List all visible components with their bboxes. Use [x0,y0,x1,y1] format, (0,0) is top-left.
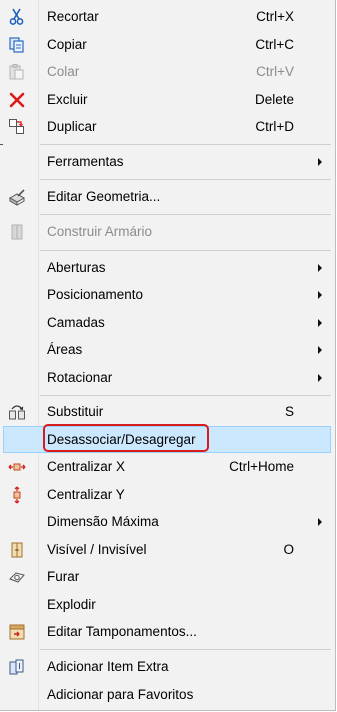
scissors-icon [8,8,26,26]
menu-item-layers[interactable]: Camadas [0,309,335,336]
menu-item-shortcut: S [284,404,294,419]
menu-item-drill[interactable]: Furar [0,563,335,590]
menu-item-shortcut: O [283,542,294,557]
center-y-icon [8,486,26,504]
delete-x-icon [8,91,26,109]
menu-item-label: Editar Geometria... [47,189,161,204]
menu-item-max-dimension[interactable]: Dimensão Máxima [0,508,335,535]
menu-item-paste[interactable]: Colar Ctrl+V [0,58,335,85]
menu-item-label: Construir Armário [47,224,153,239]
drill-icon [8,568,26,586]
submenu-arrow-icon [318,319,322,327]
paste-icon [8,63,26,81]
edit-covers-icon [8,623,26,641]
menu-item-build-cabinet[interactable]: Construir Armário [0,218,335,245]
menu-item-center-y[interactable]: Centralizar Y [0,481,335,508]
submenu-arrow-icon [318,158,322,166]
menu-item-label: Furar [47,569,80,584]
menu-item-add-extra[interactable]: Adicionar Item Extra [0,653,335,680]
menu-item-label: Áreas [47,342,83,357]
menu-item-delete[interactable]: Excluir Delete [0,86,335,113]
menu-item-shortcut: Ctrl+C [255,37,294,52]
menu-item-label: Explodir [47,597,96,612]
menu-item-copy[interactable]: Copiar Ctrl+C [0,31,335,58]
menu-item-visibility[interactable]: Visível / Invisível O [0,536,335,563]
menu-item-positioning[interactable]: Posicionamento [0,281,335,308]
menu-item-label: Centralizar Y [47,487,125,502]
menu-item-cut[interactable]: Recortar Ctrl+X [0,3,335,30]
menu-item-duplicate[interactable]: Duplicar Ctrl+D [0,113,335,140]
menu-item-edit-covers[interactable]: Editar Tamponamentos... [0,618,335,645]
menu-item-add-favorites[interactable]: Adicionar para Favoritos [0,681,335,708]
duplicate-icon [8,118,26,136]
submenu-arrow-icon [318,264,322,272]
menu-item-replace[interactable]: Substituir S [0,398,335,425]
menu-separator [40,179,331,180]
menu-item-areas[interactable]: Áreas [0,336,335,363]
menu-item-label: Centralizar X [47,459,126,474]
menu-item-label: Camadas [47,315,105,330]
visibility-icon [8,541,26,559]
menu-separator [40,250,331,251]
menu-item-label: Adicionar para Favoritos [47,687,194,702]
menu-item-label: Rotacionar [47,370,113,385]
menu-item-label: Recortar [47,9,99,24]
menu-item-label: Editar Tamponamentos... [47,624,197,639]
menu-item-shortcut: Ctrl+V [256,64,294,79]
menu-item-rotate[interactable]: Rotacionar [0,364,335,391]
menu-item-label: Adicionar Item Extra [47,659,169,674]
menu-edge-mark [0,144,3,145]
edit-geometry-icon [8,188,26,206]
replace-icon [8,403,26,421]
build-cabinet-icon [8,223,26,241]
menu-item-shortcut: Ctrl+Home [229,459,294,474]
menu-item-label: Ferramentas [47,154,124,169]
context-menu: Recortar Ctrl+X Copiar Ctrl+C Colar Ctrl… [0,0,336,711]
menu-separator [40,214,331,215]
menu-item-tools[interactable]: Ferramentas [0,148,335,175]
submenu-arrow-icon [318,346,322,354]
add-extra-item-icon [8,658,26,676]
menu-item-label: Colar [47,64,80,79]
menu-item-label: Posicionamento [47,287,144,302]
menu-separator [40,395,331,396]
annotation-highlight-box [43,424,209,452]
menu-item-edit-geometry[interactable]: Editar Geometria... [0,183,335,210]
menu-item-label: Dimensão Máxima [47,514,159,529]
menu-item-shortcut: Delete [254,92,294,107]
menu-item-label: Aberturas [47,260,106,275]
menu-item-label: Duplicar [47,119,97,134]
submenu-arrow-icon [318,374,322,382]
menu-item-openings[interactable]: Aberturas [0,254,335,281]
menu-item-shortcut: Ctrl+X [256,9,294,24]
copy-icon [8,36,26,54]
submenu-arrow-icon [318,518,322,526]
menu-separator [40,144,331,145]
menu-item-label: Copiar [47,37,87,52]
menu-item-label: Excluir [47,92,88,107]
menu-separator [40,649,331,650]
menu-item-shortcut: Ctrl+D [255,119,294,134]
menu-item-label: Substituir [47,404,104,419]
menu-item-center-x[interactable]: Centralizar X Ctrl+Home [0,453,335,480]
submenu-arrow-icon [318,291,322,299]
menu-item-label: Visível / Invisível [47,542,147,557]
menu-item-explode[interactable]: Explodir [0,591,335,618]
center-x-icon [8,458,26,476]
menu-item-dissociate[interactable]: Desassociar/Desagregar [3,424,331,453]
